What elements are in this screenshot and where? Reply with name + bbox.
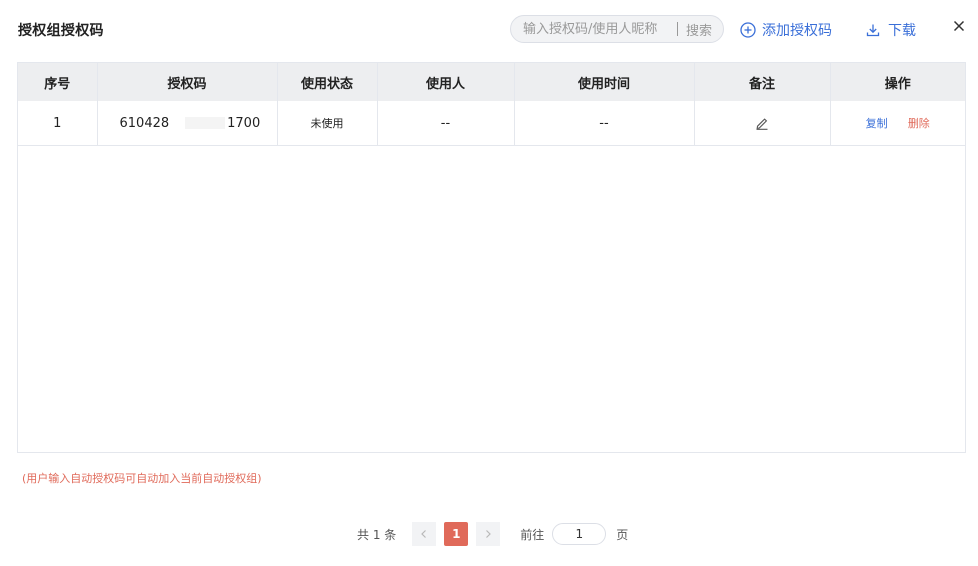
auto-join-hint: (用户输入自动授权码可自动加入当前自动授权组): [22, 472, 262, 485]
search-input[interactable]: [511, 16, 673, 42]
auth-code-table: 序号 授权码 使用状态 使用人 使用时间 备注 操作 1 610428 1700 …: [17, 62, 966, 453]
cell-remark: [694, 101, 831, 146]
download-icon: [866, 24, 880, 37]
column-header-status: 使用状态: [277, 63, 378, 101]
table-header-row: 序号 授权码 使用状态 使用人 使用时间 备注 操作: [18, 63, 965, 101]
cell-actions: 复制 删除: [830, 101, 965, 146]
chevron-left-icon: [421, 530, 427, 538]
column-header-remark: 备注: [694, 63, 831, 101]
column-header-index: 序号: [18, 63, 98, 101]
delete-button[interactable]: 删除: [908, 117, 930, 130]
copy-button[interactable]: 复制: [866, 117, 888, 130]
table-row: 1 610428 1700 未使用 -- -- 复制 删除: [18, 101, 965, 146]
search-divider: [677, 22, 678, 36]
dialog-header: 授权组授权码 搜索 添加授权码 下载: [0, 0, 978, 60]
auth-code-dialog: 授权组授权码 搜索 添加授权码 下载: [0, 0, 978, 566]
page-suffix-label: 页: [616, 527, 629, 542]
download-button[interactable]: 下载: [866, 20, 916, 40]
auth-code-mask: [185, 117, 226, 129]
chevron-right-icon: [486, 530, 492, 538]
pagination: 共 1 条 1 前往 页: [357, 522, 628, 546]
search-box: 搜索: [510, 15, 724, 43]
next-page-button[interactable]: [476, 522, 501, 546]
download-label: 下载: [888, 23, 916, 39]
cell-time: --: [514, 101, 695, 146]
edit-icon[interactable]: [755, 116, 769, 130]
column-header-time: 使用时间: [514, 63, 695, 101]
pagination-total: 共 1 条: [357, 527, 397, 542]
page-number-current[interactable]: 1: [444, 522, 469, 546]
auth-code-suffix: 1700: [227, 115, 261, 131]
cell-index: 1: [18, 101, 98, 146]
add-auth-code-label: 添加授权码: [762, 23, 832, 39]
goto-label: 前往: [520, 527, 545, 542]
prev-page-button[interactable]: [412, 522, 437, 546]
search-button[interactable]: 搜索: [686, 20, 712, 39]
cell-user: --: [377, 101, 515, 146]
column-header-actions: 操作: [830, 63, 965, 101]
add-auth-code-button[interactable]: 添加授权码: [740, 20, 832, 40]
cell-auth-code: 610428 1700: [97, 101, 278, 146]
goto-page-input[interactable]: [552, 523, 607, 545]
dialog-title: 授权组授权码: [18, 23, 104, 39]
column-header-user: 使用人: [377, 63, 515, 101]
close-icon[interactable]: [951, 18, 967, 34]
auth-code-prefix: 610428: [119, 115, 170, 131]
column-header-code: 授权码: [97, 63, 278, 101]
plus-circle-icon: [740, 22, 756, 38]
cell-status: 未使用: [277, 101, 378, 146]
